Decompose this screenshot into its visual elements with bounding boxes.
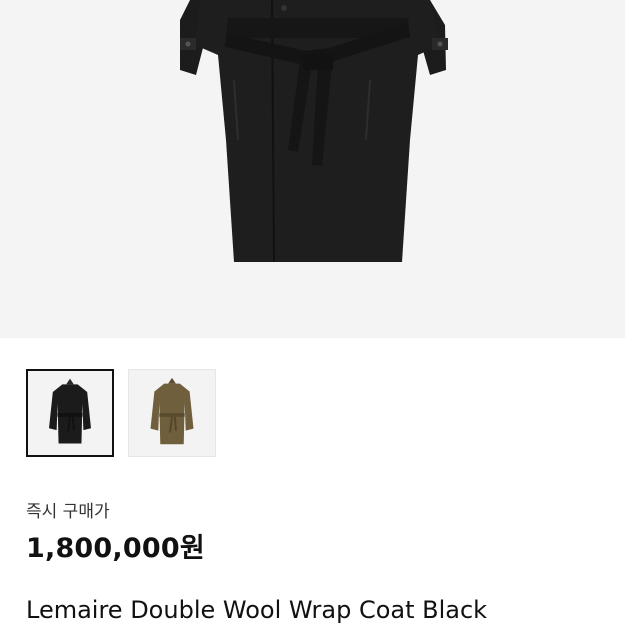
product-main-image[interactable] [0, 0, 625, 338]
thumbnail-list [26, 369, 216, 457]
thumbnail-olive-coat[interactable] [128, 369, 216, 457]
price-value: 1,800,000원 [26, 533, 205, 564]
thumbnail-black-coat[interactable] [26, 369, 114, 457]
black-coat-icon [49, 378, 91, 444]
coat-illustration [180, 0, 448, 263]
price-label: 즉시 구매가 [26, 502, 110, 522]
product-title: Lemaire Double Wool Wrap Coat Black [26, 596, 488, 624]
olive-coat-icon [150, 377, 194, 445]
